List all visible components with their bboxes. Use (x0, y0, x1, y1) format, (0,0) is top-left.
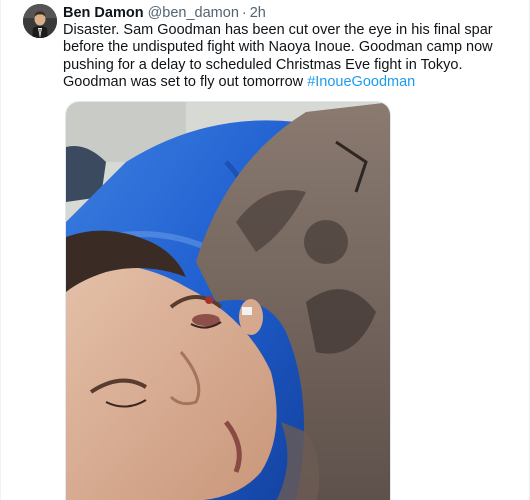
photo-image (66, 102, 390, 500)
tweet-photo[interactable] (65, 101, 391, 500)
tweet-card[interactable]: Ben Damon @ben_damon · 2h Disaster. Sam Goo… (0, 0, 530, 500)
timestamp[interactable]: 2h (250, 5, 266, 21)
tweet-header: Ben Damon @ben_damon · 2h (63, 4, 266, 22)
tweet-body: Disaster. Sam Goodman has been cut over … (63, 22, 493, 90)
separator-dot: · (241, 5, 247, 21)
avatar-image (23, 4, 57, 38)
user-handle[interactable]: @ben_damon (148, 5, 239, 21)
avatar[interactable] (23, 4, 57, 38)
hashtag-link[interactable]: #InoueGoodman (307, 74, 415, 90)
tweet-text: Disaster. Sam Goodman has been cut over … (63, 22, 513, 91)
display-name[interactable]: Ben Damon (63, 5, 144, 21)
